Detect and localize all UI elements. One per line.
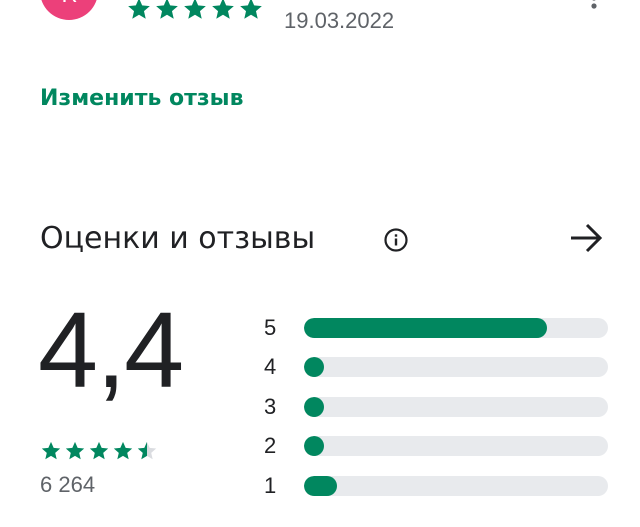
star-icon	[184, 0, 206, 19]
rating-bar-fill	[304, 357, 324, 378]
average-rating: 4,4	[38, 289, 184, 410]
star-icon	[212, 0, 234, 19]
ratings-section-title: Оценки и отзывы	[40, 221, 316, 256]
review-star-rating	[126, 0, 264, 22]
rating-bar-label: 1	[264, 472, 277, 498]
rating-bar-track	[304, 475, 608, 496]
star-icon	[113, 441, 133, 460]
star-icon	[128, 0, 150, 19]
review-count: 6 264	[40, 472, 96, 497]
star-icon	[65, 441, 85, 460]
rating-bar-fill	[304, 436, 324, 457]
rating-bar-track	[304, 436, 608, 457]
average-star-rating	[40, 440, 158, 462]
avatar-letter: К	[61, 0, 77, 8]
rating-bar-row: 1	[264, 466, 608, 506]
edit-review-button[interactable]: Изменить отзыв	[40, 86, 244, 111]
star-icon	[240, 0, 262, 19]
rating-bar-label: 2	[264, 433, 277, 459]
rating-bar-row: 3	[264, 387, 608, 427]
star-icon	[137, 441, 157, 460]
more-vert-icon[interactable]	[586, 0, 602, 18]
info-icon[interactable]	[383, 227, 409, 253]
rating-bar-label: 3	[264, 393, 277, 419]
star-icon	[41, 441, 61, 460]
rating-bar-row: 4	[264, 348, 608, 388]
rating-bar-label: 5	[264, 314, 277, 340]
rating-bar-track	[304, 317, 608, 338]
rating-bar-row: 2	[264, 427, 608, 467]
rating-distribution: 5 4 3 2 1	[264, 308, 608, 506]
rating-bar-row: 5	[264, 308, 608, 348]
arrow-right-icon[interactable]	[568, 222, 604, 254]
avatar: К	[40, 0, 98, 20]
star-icon	[156, 0, 178, 19]
rating-bar-track	[304, 357, 608, 378]
star-icon	[89, 441, 109, 460]
rating-bar-label: 4	[264, 354, 277, 380]
rating-bar-fill	[304, 317, 548, 338]
review-date: 19.03.2022	[284, 8, 395, 33]
rating-bar-track	[304, 396, 608, 417]
rating-bar-fill	[304, 396, 324, 417]
rating-bar-fill	[304, 475, 338, 496]
